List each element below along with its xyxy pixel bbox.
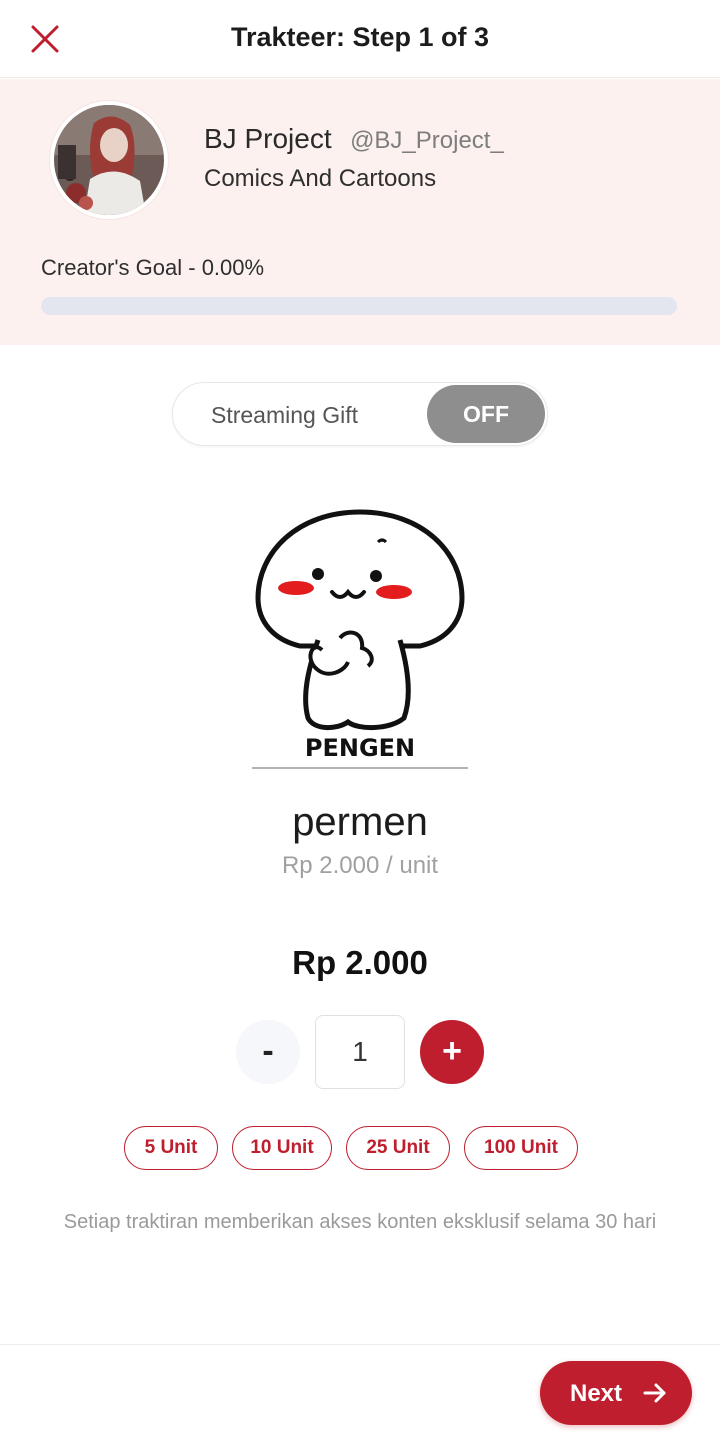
item-name: permen [292, 800, 428, 844]
arrow-right-icon [643, 1383, 666, 1403]
creator-category: Comics And Cartoons [204, 165, 437, 192]
decrease-quantity-button[interactable]: - [236, 1020, 300, 1084]
sticker-caption: PENGEN [305, 734, 415, 762]
total-amount: Rp 2.000 [292, 944, 428, 981]
increase-quantity-button[interactable]: + [420, 1020, 484, 1084]
next-label: Next [570, 1380, 623, 1407]
next-button[interactable]: Next [540, 1361, 692, 1425]
goal-label: Creator's Goal - 0.00% [41, 255, 265, 280]
creator-name-row: BJ Project @BJ_Project_ [204, 123, 504, 155]
quantity-input[interactable]: 1 [315, 1015, 405, 1089]
footer: Next [0, 1344, 720, 1436]
streaming-gift-toggle[interactable]: Streaming Gift OFF [172, 382, 548, 446]
creator-name[interactable]: BJ Project [204, 123, 332, 154]
unit-preset-100[interactable]: 100 Unit [464, 1126, 578, 1170]
unit-preset-5[interactable]: 5 Unit [124, 1126, 218, 1170]
creator-card: BJ Project @BJ_Project_ Comics And Carto… [0, 79, 720, 345]
unit-preset-10[interactable]: 10 Unit [232, 1126, 332, 1170]
avatar[interactable] [50, 101, 168, 219]
header: Trakteer: Step 1 of 3 [0, 0, 720, 78]
streaming-gift-label: Streaming Gift [211, 402, 358, 428]
unit-preset-25[interactable]: 25 Unit [346, 1126, 450, 1170]
item-unit-price: Rp 2.000 / unit [281, 852, 439, 879]
item-image: PENGEN [240, 500, 480, 770]
creator-handle: @BJ_Project_ [350, 127, 504, 154]
toggle-state-badge[interactable]: OFF [427, 385, 545, 443]
goal-progress-bar [41, 297, 677, 315]
access-note: Setiap traktiran memberikan akses konten… [63, 1211, 657, 1233]
page-title: Trakteer: Step 1 of 3 [230, 22, 490, 52]
